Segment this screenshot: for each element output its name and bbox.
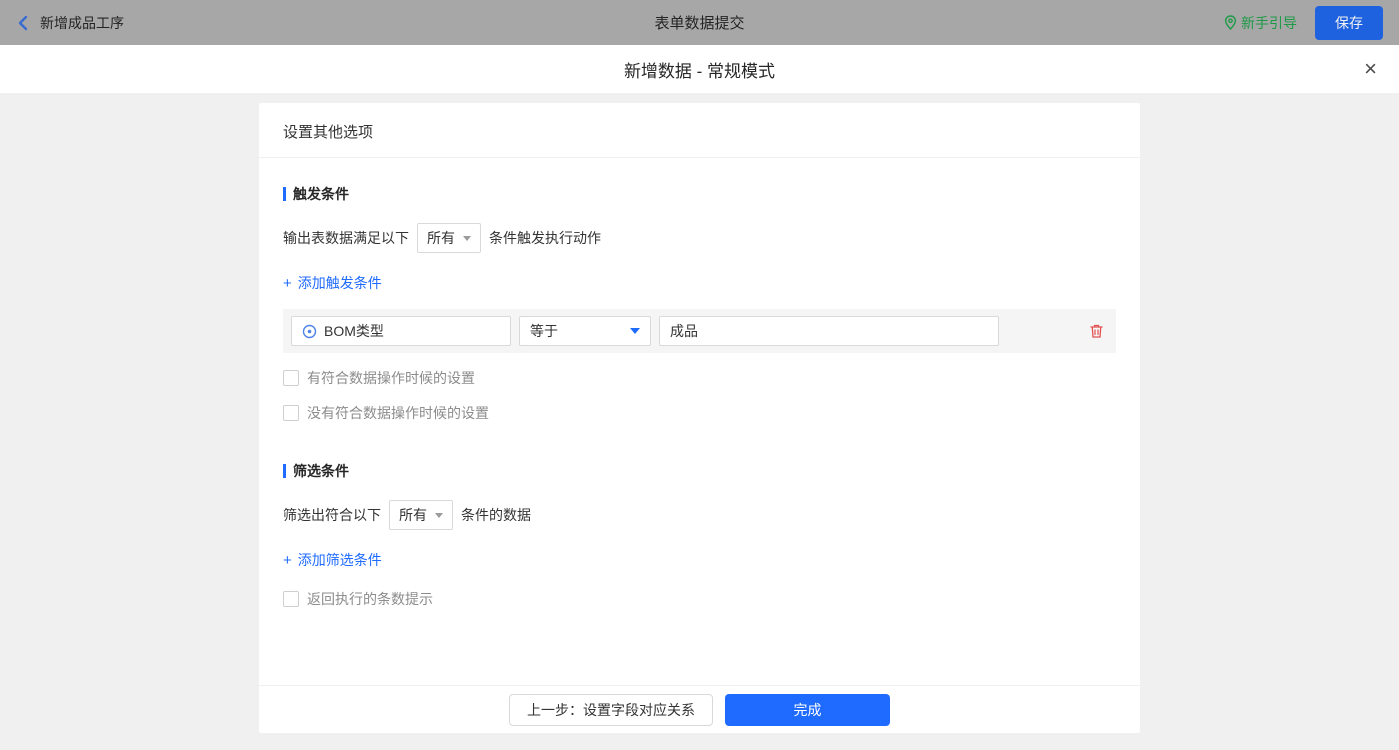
chevron-left-icon [16, 15, 30, 31]
filter-match-mode-select[interactable]: 所有 [389, 500, 453, 530]
card-header: 设置其他选项 [259, 103, 1140, 158]
trigger-suffix: 条件触发执行动作 [489, 228, 601, 248]
trigger-prefix: 输出表数据满足以下 [283, 228, 409, 248]
previous-step-button[interactable]: 上一步：设置字段对应关系 [509, 694, 713, 726]
return-count-checkbox[interactable] [283, 591, 299, 607]
modal-title: 新增数据 - 常规模式 [624, 57, 775, 82]
beginner-guide-link[interactable]: 新手引导 [1224, 13, 1297, 33]
trigger-match-mode-select[interactable]: 所有 [417, 223, 481, 253]
has-match-setting-row: 有符合数据操作时候的设置 [283, 368, 1116, 388]
condition-operator-select[interactable]: 等于 [519, 316, 651, 346]
modal-body: 设置其他选项 触发条件 输出表数据满足以下 所有 条件触发执行动作 + 添加触发… [0, 93, 1399, 750]
condition-field-value: BOM类型 [324, 321, 384, 341]
filter-section-title: 筛选条件 [283, 461, 1116, 481]
add-filter-condition-link[interactable]: + 添加筛选条件 [283, 550, 382, 570]
save-button[interactable]: 保存 [1315, 6, 1383, 40]
options-card: 设置其他选项 触发条件 输出表数据满足以下 所有 条件触发执行动作 + 添加触发… [259, 103, 1140, 733]
filter-suffix: 条件的数据 [461, 505, 531, 525]
field-target-icon [302, 324, 317, 339]
done-button[interactable]: 完成 [725, 694, 890, 726]
card-footer: 上一步：设置字段对应关系 完成 [259, 685, 1140, 733]
back-label[interactable]: 新增成品工序 [40, 13, 124, 33]
back-icon[interactable] [16, 15, 30, 31]
filter-match-mode-value: 所有 [399, 505, 427, 525]
section-accent-bar [283, 187, 286, 201]
chevron-down-icon [463, 236, 471, 241]
top-toolbar: 新增成品工序 表单数据提交 新手引导 保存 [0, 0, 1399, 45]
card-content: 触发条件 输出表数据满足以下 所有 条件触发执行动作 + 添加触发条件 [259, 158, 1140, 685]
guide-label: 新手引导 [1241, 13, 1297, 33]
condition-field-select[interactable]: BOM类型 [291, 316, 511, 346]
trash-icon [1089, 323, 1104, 339]
filter-title-text: 筛选条件 [293, 461, 349, 481]
section-accent-bar [283, 464, 286, 478]
no-match-checkbox[interactable] [283, 405, 299, 421]
has-match-checkbox[interactable] [283, 370, 299, 386]
add-trigger-condition-label: 添加触发条件 [298, 273, 382, 293]
plus-icon: + [283, 552, 292, 569]
filter-prefix: 筛选出符合以下 [283, 505, 381, 525]
condition-operator-value: 等于 [530, 321, 558, 341]
trigger-condition-row: BOM类型 等于 [283, 309, 1116, 353]
condition-value-input[interactable] [659, 316, 999, 346]
return-count-row: 返回执行的条数提示 [283, 589, 1116, 609]
map-pin-icon [1224, 15, 1237, 30]
page-title: 表单数据提交 [0, 12, 1399, 33]
trigger-match-mode-value: 所有 [427, 228, 455, 248]
filter-sentence: 筛选出符合以下 所有 条件的数据 [283, 500, 1116, 530]
modal-header: 新增数据 - 常规模式 × [0, 45, 1399, 93]
close-icon[interactable]: × [1364, 58, 1377, 80]
no-match-setting-row: 没有符合数据操作时候的设置 [283, 403, 1116, 423]
trigger-section-title: 触发条件 [283, 184, 1116, 204]
return-count-label: 返回执行的条数提示 [307, 589, 433, 609]
trigger-sentence: 输出表数据满足以下 所有 条件触发执行动作 [283, 223, 1116, 253]
trigger-title-text: 触发条件 [293, 184, 349, 204]
has-match-label: 有符合数据操作时候的设置 [307, 368, 475, 388]
plus-icon: + [283, 275, 292, 292]
delete-condition-button[interactable] [1089, 323, 1108, 339]
add-trigger-condition-link[interactable]: + 添加触发条件 [283, 273, 382, 293]
dropdown-caret-icon [630, 328, 640, 334]
add-filter-condition-label: 添加筛选条件 [298, 550, 382, 570]
no-match-label: 没有符合数据操作时候的设置 [307, 403, 489, 423]
chevron-down-icon [435, 513, 443, 518]
